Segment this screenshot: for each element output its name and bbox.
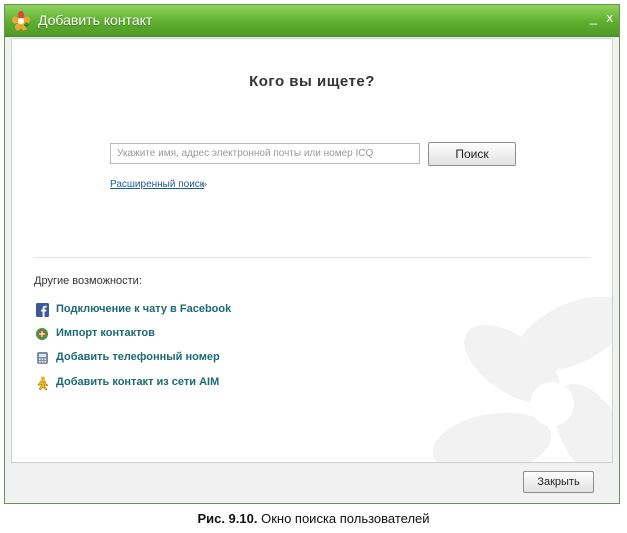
close-button[interactable]: Закрыть (523, 471, 594, 493)
search-button[interactable]: Поиск (428, 142, 516, 166)
option-label: Добавить телефонный номер (56, 351, 220, 363)
other-options-label: Другие возможности: (34, 275, 142, 287)
import-contacts-icon (36, 328, 48, 340)
title-bar[interactable]: Добавить контакт _ x (5, 5, 619, 37)
figure-caption: Рис. 9.10. Окно поиска пользователей (0, 511, 627, 526)
section-divider (34, 257, 590, 258)
window-title: Добавить контакт (38, 12, 153, 28)
option-label: Импорт контактов (56, 327, 155, 339)
facebook-icon (36, 303, 49, 317)
background-flower-watermark (432, 296, 612, 462)
icq-flower-icon (12, 11, 30, 31)
advanced-search-link[interactable]: Расширенный поиск (110, 179, 204, 190)
search-input[interactable] (110, 143, 420, 164)
page-heading: Кого вы ищете? (249, 73, 375, 90)
phone-icon (37, 352, 48, 364)
chevron-down-icon[interactable]: » (202, 179, 207, 189)
option-label: Подключение к чату в Facebook (56, 303, 232, 315)
content-panel: Кого вы ищете? Поиск Расширенный поиск »… (11, 38, 613, 463)
figure-label: Рис. 9.10. (197, 511, 258, 526)
aim-icon (37, 376, 49, 390)
figure-caption-text: Окно поиска пользователей (261, 511, 430, 526)
option-label: Добавить контакт из сети AIM (56, 376, 220, 388)
close-window-button[interactable]: x (607, 10, 614, 25)
add-contact-window: Добавить контакт _ x Кого вы ищете? Поис… (4, 4, 620, 504)
minimize-button[interactable]: _ (590, 10, 597, 25)
